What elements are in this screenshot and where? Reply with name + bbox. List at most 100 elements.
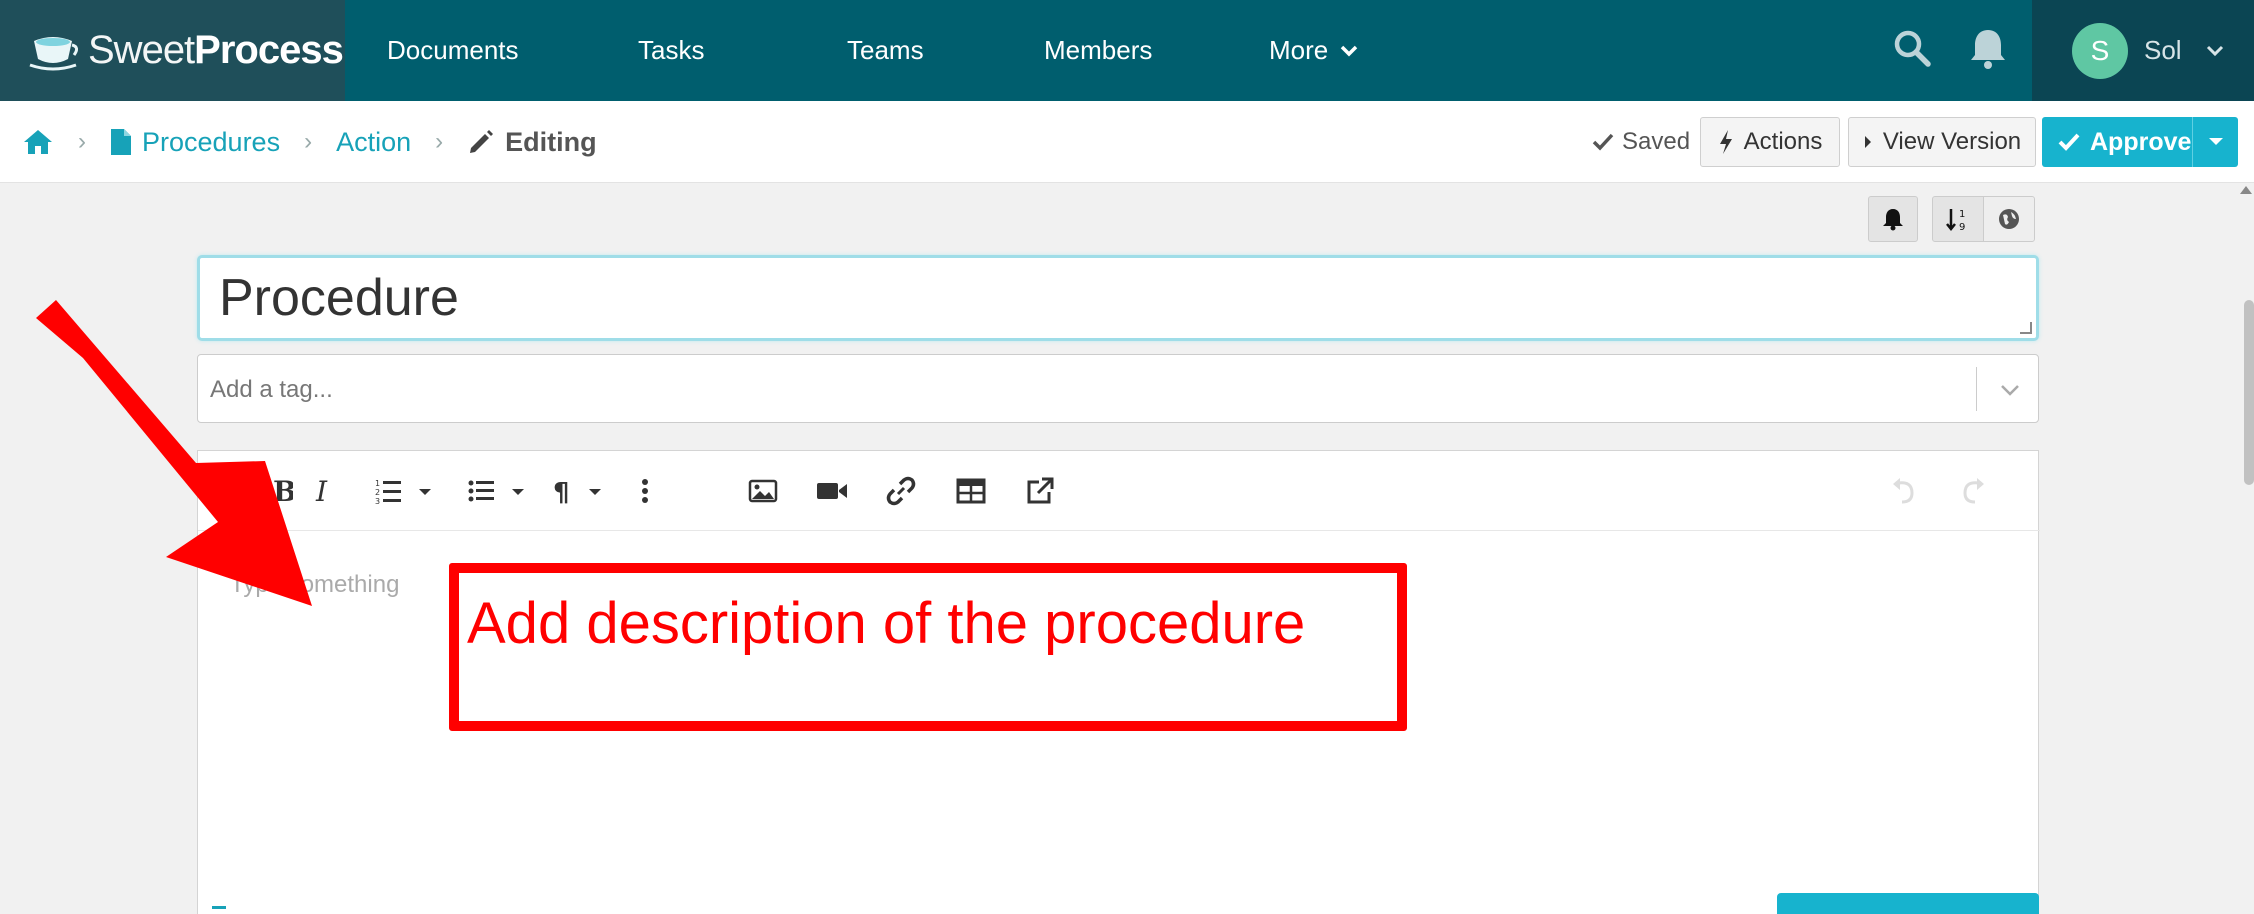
scroll-up-arrow[interactable] bbox=[2240, 186, 2252, 194]
approve-label: Approve bbox=[2090, 127, 2192, 156]
breadcrumb-procedures[interactable]: Procedures bbox=[110, 127, 280, 158]
external-link-icon bbox=[1027, 477, 1054, 504]
redo-button[interactable] bbox=[1953, 471, 1993, 511]
breadcrumb-editing: Editing bbox=[467, 126, 597, 158]
chevron-down-icon bbox=[2206, 45, 2223, 56]
logo-process: Process bbox=[194, 28, 344, 72]
ordered-list-button[interactable]: 123 bbox=[373, 471, 437, 511]
view-version-label: View Version bbox=[1882, 128, 2022, 155]
save-button[interactable] bbox=[1777, 893, 2039, 914]
breadcrumb-separator: › bbox=[304, 128, 313, 155]
svg-text:B: B bbox=[273, 477, 293, 505]
scrollbar-thumb[interactable] bbox=[2244, 300, 2254, 485]
svg-text:1: 1 bbox=[375, 479, 380, 488]
divider bbox=[1976, 367, 1977, 411]
link-icon bbox=[886, 476, 916, 506]
breadcrumb-editing-label: Editing bbox=[505, 126, 597, 157]
approve-dropdown-button[interactable] bbox=[2192, 117, 2238, 167]
globe-icon bbox=[1999, 209, 2019, 229]
breadcrumb-separator: › bbox=[435, 128, 444, 155]
home-icon[interactable] bbox=[22, 128, 54, 156]
caret-right-icon bbox=[1864, 136, 1871, 148]
insert-video-button[interactable] bbox=[812, 471, 852, 511]
paragraph-icon: ¶ bbox=[553, 478, 601, 505]
search-icon[interactable] bbox=[1890, 26, 1934, 70]
nav-documents[interactable]: Documents bbox=[387, 0, 519, 101]
insert-link-button[interactable] bbox=[881, 471, 921, 511]
editor-placeholder: Type something bbox=[230, 571, 400, 598]
tag-input[interactable]: Add a tag... bbox=[197, 354, 2039, 423]
nav-teams[interactable]: Teams bbox=[847, 0, 924, 101]
italic-button[interactable]: I bbox=[303, 471, 343, 511]
breadcrumb-separator: › bbox=[78, 128, 86, 155]
svg-text:2: 2 bbox=[375, 488, 380, 497]
nav-more-label: More bbox=[1269, 35, 1329, 65]
breadcrumb-procedures-label: Procedures bbox=[142, 126, 281, 157]
avatar: S bbox=[2072, 22, 2128, 79]
nav-more[interactable]: More bbox=[1269, 0, 1358, 101]
breadcrumb-action[interactable]: Action bbox=[336, 127, 411, 158]
bullet-list-button[interactable] bbox=[466, 471, 530, 511]
undo-button[interactable] bbox=[1884, 471, 1924, 511]
logo-sweet: Sweet bbox=[88, 28, 195, 72]
procedure-title-input[interactable]: Procedure bbox=[197, 255, 2039, 341]
chevron-down-icon bbox=[2001, 384, 2019, 396]
svg-text:I: I bbox=[315, 477, 328, 505]
check-icon bbox=[1592, 133, 1614, 151]
insert-table-button[interactable] bbox=[951, 471, 991, 511]
bell-icon bbox=[1883, 209, 1903, 231]
tag-placeholder: Add a tag... bbox=[210, 375, 333, 403]
video-icon bbox=[817, 483, 847, 499]
nav-tasks[interactable]: Tasks bbox=[638, 0, 704, 101]
embed-button[interactable] bbox=[1020, 471, 1060, 511]
paragraph-format-button[interactable]: ¶ bbox=[553, 471, 603, 511]
view-version-button[interactable]: View Version bbox=[1848, 117, 2036, 167]
insert-image-button[interactable] bbox=[743, 471, 783, 511]
actions-label: Actions bbox=[1743, 128, 1823, 155]
breadcrumb: › Procedures › Action › Editing bbox=[22, 101, 597, 183]
svg-text:9: 9 bbox=[1959, 222, 1965, 232]
nav-members[interactable]: Members bbox=[1044, 0, 1152, 101]
resize-handle[interactable] bbox=[2020, 322, 2032, 334]
document-icon bbox=[111, 129, 131, 155]
bell-icon[interactable] bbox=[1966, 24, 2010, 72]
more-options-button[interactable] bbox=[625, 471, 665, 511]
caret-down-icon bbox=[2208, 138, 2223, 145]
globe-toggle[interactable] bbox=[1983, 196, 2035, 242]
vertical-ellipsis-icon bbox=[642, 479, 648, 503]
scrollbar[interactable] bbox=[2238, 183, 2254, 914]
redo-icon bbox=[1963, 478, 1984, 504]
italic-icon: I bbox=[315, 477, 328, 505]
approve-button-group: Approve bbox=[2042, 117, 2238, 167]
pencil-icon bbox=[470, 130, 494, 153]
table-icon bbox=[956, 478, 986, 504]
editor-toolbar: B I 123 ¶ bbox=[198, 451, 2040, 531]
bullet-list-icon bbox=[468, 480, 524, 502]
annotation-text: Add description of the procedure bbox=[467, 591, 1306, 656]
section-marker bbox=[212, 906, 226, 909]
saved-status: Saved bbox=[1592, 101, 1690, 183]
svg-text:1: 1 bbox=[1959, 209, 1965, 220]
bolt-icon bbox=[1719, 130, 1732, 154]
cup-logo-icon bbox=[29, 36, 78, 70]
check-icon bbox=[2058, 133, 2080, 151]
bold-button[interactable]: B bbox=[262, 471, 302, 511]
page: SweetProcess Documents Tasks Teams Membe… bbox=[0, 0, 2254, 914]
undo-icon bbox=[1893, 478, 1914, 504]
tag-dropdown-button[interactable] bbox=[1990, 355, 2030, 424]
chevron-down-icon bbox=[1341, 45, 1358, 56]
approve-button[interactable]: Approve bbox=[2042, 128, 2192, 157]
actions-button[interactable]: Actions bbox=[1700, 117, 1840, 167]
sort-numeric-icon: 19 bbox=[1946, 209, 1965, 232]
logo-text: SweetProcess bbox=[88, 28, 344, 73]
logo[interactable]: SweetProcess bbox=[0, 0, 345, 101]
image-icon bbox=[748, 479, 778, 503]
user-name: Sol bbox=[2144, 35, 2182, 65]
bold-icon: B bbox=[273, 477, 293, 505]
sort-toggle[interactable]: 19 bbox=[1932, 196, 1984, 242]
procedure-title-text: Procedure bbox=[219, 269, 459, 327]
user-menu[interactable]: S Sol bbox=[2032, 0, 2254, 101]
ordered-list-icon: 123 bbox=[375, 479, 431, 505]
saved-label: Saved bbox=[1622, 128, 1691, 155]
notifications-toggle[interactable] bbox=[1868, 196, 1918, 242]
